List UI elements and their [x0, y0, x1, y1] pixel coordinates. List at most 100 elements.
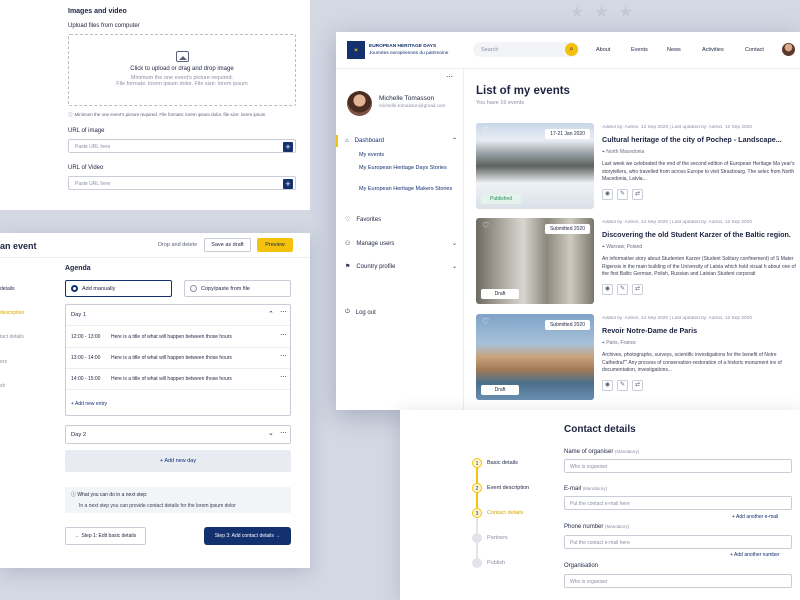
- agenda-entry[interactable]: 13:00 - 14:00 Here is a title of what wi…: [66, 348, 290, 369]
- nav-link-news[interactable]: News: [667, 47, 681, 53]
- heart-icon[interactable]: ♡: [482, 221, 489, 230]
- sidebar-item-manage-users[interactable]: ⚇ Manage users ⌄: [345, 240, 457, 248]
- back-button[interactable]: ← Step 1: Edit basic details: [65, 527, 146, 545]
- step-label[interactable]: Event description: [487, 485, 529, 491]
- home-icon: ⌂: [345, 137, 349, 144]
- sidebar-item-country-profile[interactable]: ⚑ Country profile ⌄: [345, 263, 457, 271]
- agenda-entry[interactable]: 14:00 - 15:00 Here is a title of what wi…: [66, 369, 290, 390]
- edit-icon[interactable]: ✎: [617, 380, 628, 391]
- view-icon[interactable]: ◉: [602, 380, 613, 391]
- event-status-badge: Draft: [481, 385, 519, 395]
- search-input[interactable]: Search ⌕: [473, 42, 579, 57]
- more-icon[interactable]: ⋯: [280, 373, 287, 381]
- add-day-button[interactable]: + Add new day: [65, 450, 291, 472]
- arrow-right-icon: →: [273, 533, 281, 539]
- drop-zone[interactable]: Click to upload or drag and drop image M…: [68, 34, 296, 106]
- transfer-icon[interactable]: ⇄: [632, 189, 643, 200]
- chevron-up-icon[interactable]: ⌃: [268, 310, 274, 318]
- option-manual[interactable]: Add manually: [65, 280, 172, 297]
- chevron-down-icon[interactable]: ⌄: [268, 429, 274, 437]
- sidebar-item-stories-days[interactable]: My European Heritage Days Stories: [359, 165, 459, 173]
- transfer-icon[interactable]: ⇄: [632, 284, 643, 295]
- event-title[interactable]: Discovering the old Student Karzer of th…: [602, 230, 800, 239]
- add-video-url-button[interactable]: +: [283, 179, 293, 189]
- view-icon[interactable]: ◉: [602, 189, 613, 200]
- side-step[interactable]: details: [0, 286, 14, 292]
- event-status-badge: Published: [481, 194, 521, 204]
- add-image-url-button[interactable]: +: [283, 142, 293, 152]
- event-description: An informative story about Studenten Kar…: [602, 256, 796, 277]
- event-card[interactable]: ♡ 17-21 Jan 2020 Published Added by: Adm…: [476, 123, 800, 209]
- edit-icon[interactable]: ✎: [617, 284, 628, 295]
- view-icon[interactable]: ◉: [602, 284, 613, 295]
- more-icon[interactable]: ⋯: [280, 352, 287, 360]
- sidebar-item-favorites[interactable]: ♡ Favorites: [345, 216, 457, 224]
- agenda-entry[interactable]: 12:00 - 13:00 Here is a title of what wi…: [66, 327, 290, 348]
- side-step[interactable]: ers: [0, 359, 7, 365]
- event-title[interactable]: Revoir Notre-Dame de Paris: [602, 326, 800, 335]
- nav-link-about[interactable]: About: [596, 47, 610, 53]
- power-icon: ⏻: [345, 309, 350, 315]
- event-date-badge: Submitted 2020: [544, 320, 590, 330]
- avatar[interactable]: [782, 43, 795, 56]
- step-label[interactable]: Contact details: [487, 510, 523, 516]
- save-draft-button[interactable]: Save as draft: [204, 238, 251, 252]
- search-icon[interactable]: ⌕: [565, 43, 578, 56]
- event-location: ⌖ Warsaw, Poland: [602, 244, 643, 250]
- avatar: [347, 91, 372, 116]
- more-icon[interactable]: ⋯: [280, 308, 287, 316]
- more-icon[interactable]: ⋯: [446, 73, 453, 81]
- nav-link-activities[interactable]: Activities: [702, 47, 724, 53]
- event-status-badge: Draft: [481, 289, 519, 299]
- organisation-input[interactable]: Who is organiser: [564, 574, 792, 588]
- image-icon: [175, 51, 189, 62]
- logo[interactable]: ✶: [347, 41, 365, 59]
- more-icon[interactable]: ⋯: [280, 429, 287, 437]
- page-title: List of my events: [476, 85, 570, 97]
- organiser-input[interactable]: Who is organiser: [564, 459, 792, 473]
- event-date-badge: 17-21 Jan 2020: [545, 129, 590, 139]
- contact-panel: Contact details 1 Basic details 2 Event des…: [400, 410, 800, 600]
- entry-time: 13:00 - 14:00: [71, 355, 101, 361]
- url-image-field[interactable]: Paste URL here +: [68, 139, 296, 153]
- option-copy[interactable]: Copy/paste from file: [184, 280, 291, 297]
- step-label[interactable]: Publish: [487, 560, 505, 566]
- event-card[interactable]: ♡ Submitted 2020 Draft Added by: Admin, …: [476, 218, 800, 304]
- day-title: Day 1: [71, 312, 87, 318]
- flag-icon: ⚑: [345, 264, 351, 270]
- sidebar-item-my-events[interactable]: My events: [359, 152, 384, 158]
- drop-delete-link[interactable]: Drop and delete: [158, 242, 197, 248]
- phone-field[interactable]: Put the contact e-mail here: [564, 535, 792, 549]
- entry-title: Here is a title of what will happen betw…: [111, 334, 232, 340]
- add-email-link[interactable]: + Add another e-mail: [732, 514, 778, 520]
- top-navbar: ✶ EUROPEAN HERITAGE DAYS Journées europé…: [336, 32, 800, 69]
- event-date-badge: Submitted 2020: [544, 224, 590, 234]
- add-number-link[interactable]: + Add another number: [730, 552, 780, 558]
- next-button[interactable]: Step 3: Add contact details →: [204, 527, 291, 545]
- side-step[interactable]: description: [0, 310, 24, 316]
- email-field[interactable]: Put the contact e-mail here: [564, 496, 792, 510]
- preview-button[interactable]: Preview: [257, 238, 293, 252]
- more-icon[interactable]: ⋯: [280, 331, 287, 339]
- url-video-field[interactable]: Paste URL here +: [68, 176, 296, 190]
- add-entry-link[interactable]: + Add new entry: [71, 401, 107, 407]
- event-meta: Added by: Admin, 12 Sep 2020 | Last upda…: [602, 125, 753, 130]
- edit-icon[interactable]: ✎: [617, 189, 628, 200]
- nav-link-events[interactable]: Events: [631, 47, 648, 53]
- event-card[interactable]: ♡ Submitted 2020 Draft Added by: Admin, …: [476, 314, 800, 400]
- transfer-icon[interactable]: ⇄: [632, 380, 643, 391]
- heart-icon[interactable]: ♡: [482, 126, 489, 135]
- step-label[interactable]: Partners: [487, 535, 508, 541]
- url-image-label: URL of image: [68, 128, 105, 134]
- sidebar-item-dashboard[interactable]: ⌂ Dashboard ⌃: [345, 137, 457, 145]
- side-step[interactable]: sh: [0, 383, 5, 389]
- nav-link-contact[interactable]: Contact: [745, 47, 764, 53]
- event-title[interactable]: Cultural heritage of the city of Pochep …: [602, 135, 800, 144]
- agenda-title: Agenda: [65, 265, 91, 272]
- sidebar-item-stories-makers[interactable]: My European Heritage Makers Stories: [359, 186, 459, 194]
- step-indicator: 1: [472, 458, 482, 468]
- side-step[interactable]: tact details: [0, 334, 24, 340]
- heart-icon[interactable]: ♡: [482, 317, 489, 326]
- step-label[interactable]: Basic details: [487, 460, 518, 466]
- sidebar-item-logout[interactable]: ⏻ Log out: [345, 309, 457, 316]
